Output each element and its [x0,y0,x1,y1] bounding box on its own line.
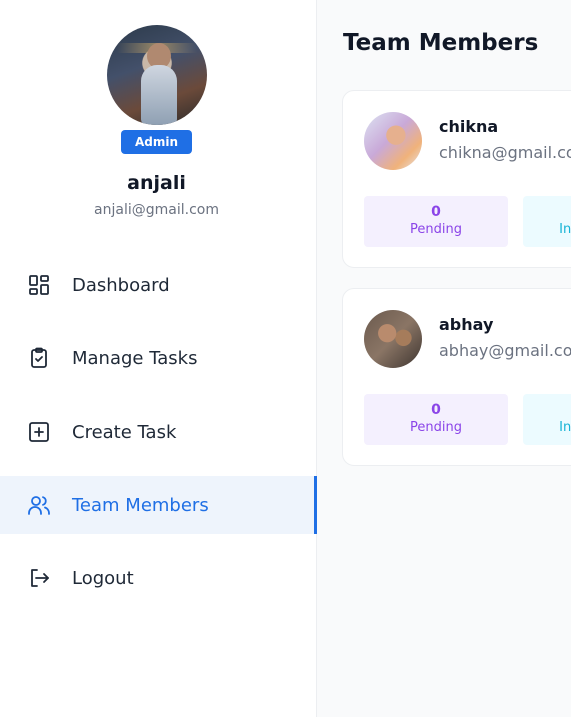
sidebar-item-manage-tasks[interactable]: Manage Tasks [0,329,316,387]
avatar-figure [141,65,177,125]
member-name: abhay [439,315,494,334]
users-icon [27,493,51,517]
user-avatar [107,25,207,125]
logout-icon [27,566,51,590]
sidebar-item-team-members[interactable]: Team Members [0,476,317,534]
pending-stat: 0 Pending [364,196,508,247]
sidebar-item-logout[interactable]: Logout [0,549,316,607]
member-name: chikna [439,117,499,136]
sidebar-item-label: Team Members [72,494,209,516]
in-progress-label: In Progress [559,222,571,237]
member-email: chikna@gmail.com [439,143,571,162]
sidebar-item-label: Manage Tasks [72,347,198,369]
sidebar-item-label: Dashboard [72,274,170,296]
sidebar-item-dashboard[interactable]: Dashboard [0,256,316,314]
member-card[interactable]: abhay abhay@gmail.com 0 Pending 0 In Pro… [342,288,571,466]
clipboard-check-icon [27,346,51,370]
user-email: anjali@gmail.com [94,202,219,218]
main-content: Team Members chikna chikna@gmail.com 0 P… [317,0,571,717]
pending-label: Pending [410,222,462,237]
pending-label: Pending [410,420,462,435]
in-progress-label: In Progress [559,420,571,435]
sidebar: Admin anjali anjali@gmail.com Dashboard … [0,0,317,717]
dashboard-icon [27,273,51,297]
in-progress-count: 0 [523,204,571,220]
in-progress-stat: 0 In Progress [523,394,571,445]
sidebar-item-label: Create Task [72,421,177,443]
pending-stat: 0 Pending [364,394,508,445]
member-avatar [364,112,422,170]
square-plus-icon [27,420,51,444]
pending-count: 0 [431,204,441,220]
in-progress-stat: 0 In Progress [523,196,571,247]
sidebar-item-label: Logout [72,567,134,589]
pending-count: 0 [431,402,441,418]
user-name: anjali [127,172,186,194]
member-card[interactable]: chikna chikna@gmail.com 0 Pending 0 In P… [342,90,571,268]
sidebar-item-create-task[interactable]: Create Task [0,403,316,461]
role-badge: Admin [121,130,192,154]
member-email: abhay@gmail.com [439,341,571,360]
page-title: Team Members [343,30,539,56]
member-avatar [364,310,422,368]
in-progress-count: 0 [523,402,571,418]
